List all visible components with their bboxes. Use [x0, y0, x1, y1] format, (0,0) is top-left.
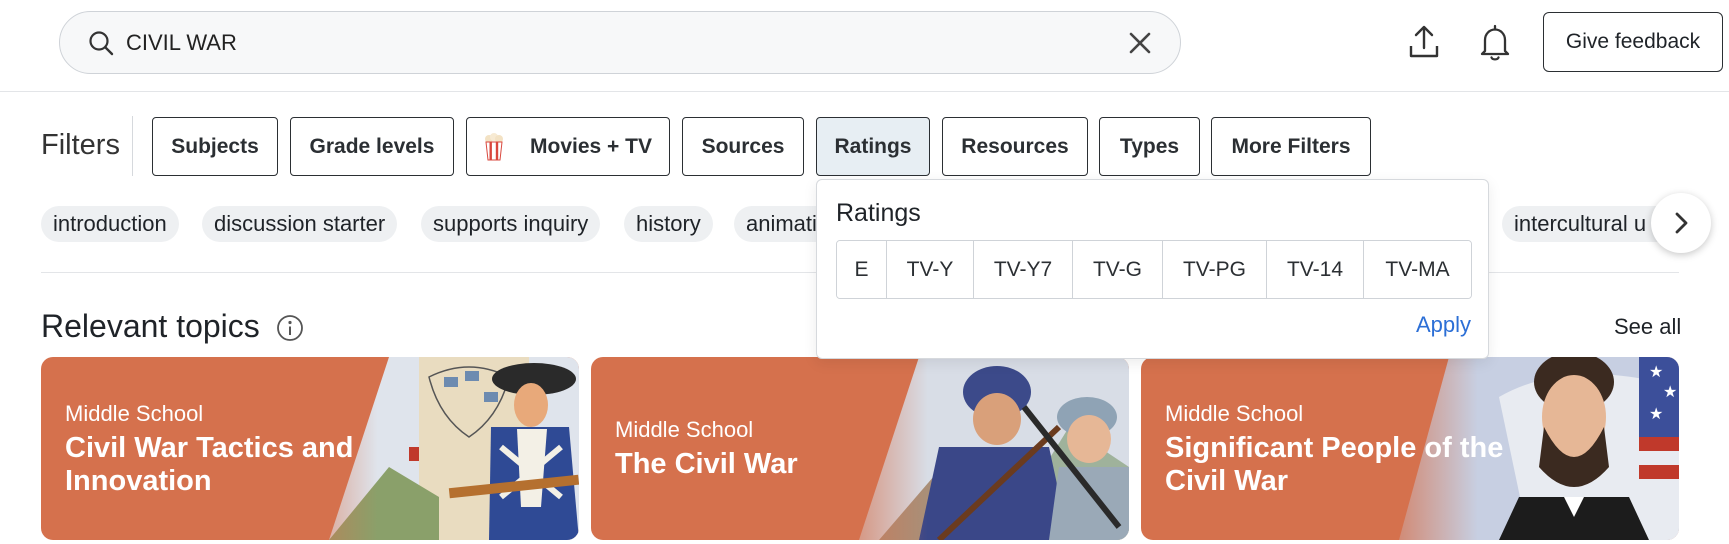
chip-history[interactable]: history	[624, 206, 713, 242]
topic-card-significant-people[interactable]: ★ ★ ★ Middle School Significant People o…	[1141, 357, 1679, 540]
card-title-line2: Innovation	[65, 465, 212, 497]
more-filters-button[interactable]: More Filters	[1211, 117, 1371, 176]
ratings-dropdown: Ratings E TV-Y TV-Y7 TV-G TV-PG TV-14 TV…	[816, 179, 1489, 359]
give-feedback-button[interactable]: Give feedback	[1543, 12, 1723, 72]
topic-card-civil-war[interactable]: Middle School The Civil War	[591, 357, 1129, 540]
card-title-line2: Civil War	[1165, 465, 1289, 497]
info-icon[interactable]	[276, 314, 304, 342]
card-grade: Middle School	[615, 417, 754, 442]
filter-resources-button[interactable]: Resources	[942, 117, 1088, 176]
relevant-topics-title: Relevant topics	[41, 308, 260, 344]
rating-option-tv-y[interactable]: TV-Y	[887, 241, 974, 298]
chip-animation[interactable]: animati	[734, 206, 824, 242]
rating-option-tv-pg[interactable]: TV-PG	[1163, 241, 1267, 298]
chevron-right-icon	[1675, 212, 1688, 234]
search-input[interactable]	[126, 26, 1106, 60]
chips-scroll-next-button[interactable]	[1651, 193, 1711, 253]
upload-icon[interactable]	[1402, 20, 1446, 64]
top-bar: Give feedback	[0, 0, 1729, 92]
rating-option-tv-y7[interactable]: TV-Y7	[974, 241, 1073, 298]
search-icon	[89, 31, 114, 56]
chip-introduction[interactable]: introduction	[41, 206, 179, 242]
chip-supports-inquiry[interactable]: supports inquiry	[421, 206, 601, 242]
card-illustration-soldiers-fighting	[819, 357, 1129, 540]
clear-search-icon[interactable]	[1126, 29, 1154, 57]
ratings-options: E TV-Y TV-Y7 TV-G TV-PG TV-14 TV-MA	[836, 240, 1472, 299]
topic-card-tactics[interactable]: Middle School Civil War Tactics and Inno…	[41, 357, 579, 540]
see-all-link[interactable]: See all	[1614, 314, 1681, 340]
rating-option-tv-g[interactable]: TV-G	[1073, 241, 1163, 298]
filter-sources-button[interactable]: Sources	[682, 117, 804, 176]
popcorn-icon	[485, 132, 504, 160]
chip-discussion-starter[interactable]: discussion starter	[202, 206, 398, 242]
card-grade: Middle School	[1165, 401, 1304, 426]
filter-subjects-button[interactable]: Subjects	[152, 117, 278, 176]
card-title-line1: Significant People of the	[1165, 432, 1504, 464]
card-title-line1: Civil War Tactics and	[65, 432, 354, 464]
filter-types-button[interactable]: Types	[1099, 117, 1200, 176]
card-grade: Middle School	[65, 401, 204, 426]
rating-option-tv-14[interactable]: TV-14	[1267, 241, 1364, 298]
rating-option-e[interactable]: E	[837, 241, 887, 298]
apply-ratings-link[interactable]: Apply	[1416, 312, 1471, 338]
filter-ratings-button[interactable]: Ratings	[816, 117, 930, 176]
rating-option-tv-ma[interactable]: TV-MA	[1364, 241, 1471, 298]
bell-icon[interactable]	[1473, 20, 1517, 64]
filter-grade-levels-button[interactable]: Grade levels	[290, 117, 454, 176]
chip-intercultural[interactable]: intercultural u	[1502, 206, 1662, 242]
ratings-dropdown-title: Ratings	[836, 199, 921, 227]
filters-divider	[132, 116, 133, 176]
filters-label: Filters	[41, 129, 120, 161]
filter-movies-tv-button[interactable]: Movies + TV	[466, 117, 670, 176]
filter-movies-tv-label: Movies + TV	[530, 134, 652, 158]
search-bar[interactable]	[59, 11, 1181, 74]
card-title-line1: The Civil War	[615, 448, 798, 480]
